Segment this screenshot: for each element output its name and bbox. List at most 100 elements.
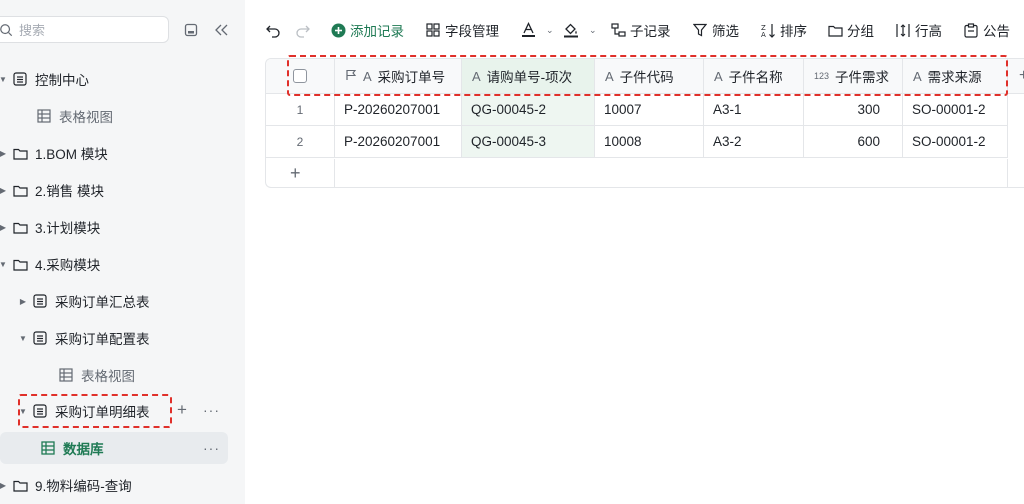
caret-right-icon[interactable]: ▶ (0, 481, 8, 490)
group-button[interactable]: 分组 (827, 18, 874, 42)
notice-button[interactable]: 公告 (963, 18, 1010, 42)
row-height-icon (895, 22, 911, 38)
row-height-button[interactable]: 行高 (895, 18, 942, 42)
sub-record-button[interactable]: 子记录 (610, 18, 671, 42)
table-doc-icon (32, 293, 48, 309)
caret-right-icon[interactable]: ▶ (0, 223, 8, 232)
row-number: 1 (266, 94, 335, 126)
flag-icon (345, 69, 357, 84)
folder-icon (12, 219, 28, 235)
search-input[interactable]: 搜索 (0, 16, 169, 43)
filter-label: 筛选 (712, 24, 739, 39)
table-cell[interactable]: 300 (804, 94, 903, 126)
grid-icon (40, 440, 56, 456)
add-child-button[interactable]: + (177, 400, 187, 420)
plus-circle-icon (330, 22, 346, 38)
tree-item-label: 2.销售 模块 (35, 184, 105, 199)
add-row-icon[interactable]: + (290, 163, 301, 184)
grid-icon (58, 367, 74, 383)
caret-right-icon[interactable]: ▶ (0, 149, 8, 158)
tree-item-control-center[interactable]: ▼ 控制中心 (0, 64, 89, 94)
table-cell[interactable]: SO-00001-2 (903, 94, 1008, 126)
tree-item-po-detail[interactable]: ▼ 采购订单明细表 (18, 396, 150, 426)
tree-item-label: 采购订单配置表 (55, 332, 150, 347)
divider (1007, 159, 1008, 187)
fill-color-button[interactable]: ⌄ (563, 18, 597, 42)
notice-label: 公告 (983, 24, 1010, 39)
column-header-po-number[interactable]: A 采购订单号 (335, 59, 462, 94)
caret-down-icon[interactable]: ▼ (0, 260, 8, 269)
column-header-label: 请购单号-项次 (486, 70, 573, 85)
grid-four-icon (425, 22, 441, 38)
redo-icon (296, 25, 310, 38)
select-all-checkbox[interactable] (293, 69, 307, 83)
double-chevron-left-icon (215, 24, 228, 36)
more-options-icon[interactable]: ··· (203, 440, 220, 456)
table-cell[interactable]: QG-00045-2 (462, 94, 595, 126)
svg-text:A: A (761, 31, 766, 38)
caret-down-icon[interactable]: ▼ (0, 75, 8, 84)
table-cell[interactable]: SO-00001-2 (903, 126, 1008, 158)
table-cell[interactable]: A3-2 (704, 126, 804, 158)
column-header-part-name[interactable]: A 子件名称 (704, 59, 804, 94)
number-type-icon: 123 (814, 71, 830, 81)
caret-down-icon[interactable]: ▼ (18, 334, 28, 343)
field-manage-button[interactable]: 字段管理 (425, 18, 499, 42)
add-column-icon[interactable]: + (1019, 67, 1024, 85)
add-record-label: 添加记录 (350, 24, 404, 39)
column-header-part-code[interactable]: A 子件代码 (595, 59, 704, 94)
search-icon (0, 23, 13, 36)
text-type-icon: A (472, 68, 481, 84)
tree-item-label: 9.物料编码-查询 (35, 479, 132, 494)
tree-item-label: 采购订单汇总表 (55, 295, 150, 310)
undo-button[interactable] (265, 18, 281, 42)
caret-down-icon[interactable]: ▼ (18, 407, 28, 416)
table-cell[interactable]: A3-1 (704, 94, 804, 126)
table-doc-icon (12, 71, 28, 87)
redo-button[interactable] (295, 18, 311, 42)
collapse-panel-button[interactable] (182, 21, 200, 39)
sidebar: 搜索 ▼ 控制中心 表格视图 ▶ 1.BOM 模块 ▶ 2.销售 模块 ▶ 3.… (0, 0, 245, 504)
filter-button[interactable]: 筛选 (692, 18, 739, 42)
tree-item-grid-view-2[interactable]: 表格视图 (54, 360, 135, 390)
text-color-icon (520, 22, 536, 38)
text-type-icon: A (714, 68, 723, 84)
column-header-demand-source[interactable]: A 需求来源 (903, 59, 1008, 94)
collapse-sidebar-button[interactable] (212, 21, 230, 39)
folder-icon (12, 477, 28, 493)
tree-item-database[interactable]: 数据库 (0, 432, 228, 464)
tree-item-bom-module[interactable]: ▶ 1.BOM 模块 (0, 138, 108, 168)
tree-item-material-code[interactable]: ▶ 9.物料编码-查询 (0, 470, 132, 500)
grid-icon (36, 108, 52, 124)
tree-item-grid-view[interactable]: 表格视图 (32, 101, 113, 131)
search-placeholder: 搜索 (19, 23, 46, 38)
text-color-button[interactable]: ⌄ (520, 18, 554, 42)
column-header-label: 需求来源 (927, 70, 982, 85)
column-header-part-demand[interactable]: 123 子件需求 (804, 59, 903, 94)
caret-right-icon[interactable]: ▶ (18, 297, 28, 306)
sort-label: 排序 (780, 24, 807, 39)
undo-icon (266, 25, 280, 38)
column-header-requisition-item[interactable]: A 请购单号-项次 (462, 59, 595, 94)
sort-icon: ZA (760, 22, 776, 38)
tree-item-label: 表格视图 (59, 110, 113, 125)
table-cell[interactable]: 600 (804, 126, 903, 158)
tree-item-po-summary[interactable]: ▶ 采购订单汇总表 (18, 286, 150, 316)
table-cell[interactable]: 10007 (595, 94, 704, 126)
tree-item-plan-module[interactable]: ▶ 3.计划模块 (0, 212, 100, 242)
tree-item-sales-module[interactable]: ▶ 2.销售 模块 (0, 175, 104, 205)
add-row[interactable]: + (266, 159, 1024, 187)
table-cell[interactable]: P-20260207001 (335, 94, 462, 126)
data-table: A 采购订单号 A 请购单号-项次 A 子件代码 A 子件名称 123 子件需求… (265, 58, 1024, 188)
table-cell[interactable]: P-20260207001 (335, 126, 462, 158)
add-record-button[interactable]: 添加记录 (330, 18, 404, 42)
sort-button[interactable]: ZA 排序 (760, 18, 807, 42)
more-options-icon[interactable]: ··· (203, 402, 220, 418)
toolbar: 添加记录 字段管理 ⌄ ⌄ 子记录 筛选 ZA 排序 分组 行高 公告 (245, 0, 1024, 58)
tree-item-po-config[interactable]: ▼ 采购订单配置表 (18, 323, 150, 353)
table-cell[interactable]: 10008 (595, 126, 704, 158)
text-type-icon: A (913, 68, 922, 84)
tree-item-purchase-module[interactable]: ▼ 4.采购模块 (0, 249, 100, 279)
table-cell[interactable]: QG-00045-3 (462, 126, 595, 158)
caret-right-icon[interactable]: ▶ (0, 186, 8, 195)
